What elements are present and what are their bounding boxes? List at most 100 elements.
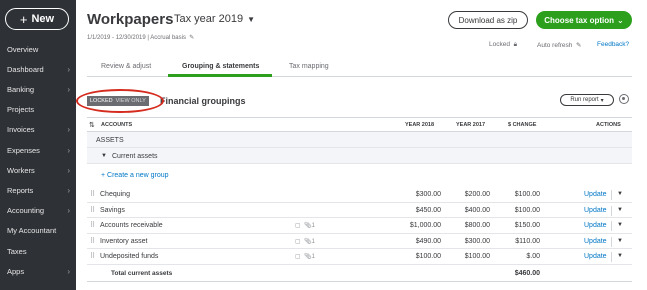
account-name: Undeposited funds: [100, 253, 159, 261]
col-accounts: ACCOUNTS: [101, 122, 133, 128]
caret-down-icon: ▼: [247, 14, 256, 24]
chevron-right-icon: ›: [67, 125, 70, 135]
chevron-right-icon: ›: [67, 185, 70, 195]
period-text: 1/1/2019 - 12/30/2019 | Accrual basis: [87, 35, 186, 41]
table-row: ⠿ Chequing $300.00 $200.00 $100.00 Update ▼: [87, 187, 632, 203]
locked-status: Locked 🔒︎: [489, 41, 517, 49]
sidebar-item-label: Expenses: [7, 145, 40, 155]
sidebar-item-label: Banking: [7, 84, 35, 94]
sidebar-item-overview[interactable]: Overview: [0, 39, 76, 59]
account-name: Chequing: [100, 191, 130, 198]
sidebar-item-dashboard[interactable]: Dashboard ›: [0, 59, 76, 79]
run-report-button[interactable]: Run report ▾: [560, 94, 614, 106]
new-button[interactable]: + New: [5, 8, 69, 30]
group-label: ASSETS: [96, 137, 124, 144]
drag-handle-icon[interactable]: ⠿: [90, 237, 95, 245]
tax-year-label: Tax year 2019: [174, 13, 244, 25]
account-name: Inventory asset: [100, 237, 148, 245]
chevron-down-icon: ⌄: [617, 15, 624, 25]
change-value: $100.00: [514, 191, 540, 198]
action-separator: [611, 221, 612, 232]
sidebar-item-apps[interactable]: Apps ›: [0, 261, 76, 281]
chevron-right-icon: ›: [67, 64, 70, 74]
attachment-icons[interactable]: ▢ 📎︎1: [295, 253, 315, 260]
run-report-label: Run report: [570, 97, 599, 103]
download-zip-button[interactable]: Download as zip: [448, 11, 528, 29]
update-link[interactable]: Update: [584, 207, 607, 214]
sidebar-item-label: Projects: [7, 105, 35, 115]
caret-down-icon[interactable]: ▼: [617, 253, 623, 259]
sidebar-item-label: Taxes: [7, 246, 27, 256]
caret-down-icon[interactable]: ▼: [617, 222, 623, 228]
table-row: ⠿ Inventory asset ▢ 📎︎1 $490.00 $300.00 $110.…: [87, 234, 632, 250]
sidebar-item-invoices[interactable]: Invoices ›: [0, 120, 76, 140]
table-row: ⠿ Accounts receivable ▢ 📎︎1 $1,000.00 $800.0…: [87, 218, 632, 234]
subgroup-row-current-assets[interactable]: ▼ Current assets: [87, 148, 632, 164]
drag-handle-icon[interactable]: ⠿: [90, 190, 95, 198]
drag-handle-icon[interactable]: ⠿: [90, 252, 95, 260]
tab-review-adjust[interactable]: Review & adjust: [101, 63, 151, 70]
sidebar-item-accounting[interactable]: Accounting ›: [0, 201, 76, 221]
edit-pencil-icon[interactable]: ✎: [188, 35, 194, 41]
year-2018-value: $100.00: [415, 253, 441, 261]
choose-tax-option-label: Choose tax option: [544, 15, 615, 25]
total-change: $460.00: [514, 270, 540, 277]
auto-refresh[interactable]: Auto refresh ✎: [537, 41, 582, 49]
table-header: ⇅ ACCOUNTS YEAR 2018 YEAR 2017 $ CHANGE …: [87, 117, 632, 132]
account-name: Savings: [100, 206, 125, 214]
total-label: Total current assets: [111, 270, 173, 277]
year-2018-value: $450.00: [415, 206, 441, 214]
active-tab-indicator: [168, 74, 272, 77]
sidebar-item-my-accountant[interactable]: My Accountant: [0, 221, 76, 241]
col-year-2018: YEAR 2018: [405, 122, 435, 128]
year-2017-value: $300.00: [464, 237, 490, 245]
drag-handle-icon[interactable]: ⠿: [90, 221, 95, 229]
update-link[interactable]: Update: [584, 222, 607, 229]
tax-year-dropdown[interactable]: Tax year 2019 ▼: [174, 13, 255, 25]
attachment-count: 1: [311, 254, 315, 261]
col-year-2017: YEAR 2017: [456, 122, 486, 128]
auto-refresh-label: Auto refresh: [537, 42, 573, 49]
collapse-caret-icon[interactable]: ▼: [101, 153, 107, 159]
chevron-right-icon: ›: [67, 84, 70, 94]
create-group-link[interactable]: + Create a new group: [101, 172, 169, 179]
caret-down-icon[interactable]: ▼: [617, 191, 623, 197]
caret-down-icon[interactable]: ▼: [617, 238, 623, 244]
sidebar-item-expenses[interactable]: Expenses ›: [0, 140, 76, 160]
attachment-icons[interactable]: ▢ 📎︎1: [295, 222, 315, 229]
feedback-link[interactable]: Feedback?: [597, 41, 629, 48]
drag-handle-icon[interactable]: ⠿: [90, 206, 95, 214]
update-link[interactable]: Update: [584, 238, 607, 245]
year-2017-value: $800.00: [464, 222, 490, 230]
attachment-icons[interactable]: ▢ 📎︎1: [295, 238, 315, 245]
sidebar-item-label: Dashboard: [7, 64, 44, 74]
period-info: 1/1/2019 - 12/30/2019 | Accrual basis ✎: [87, 34, 194, 41]
total-row: Total current assets $460.00: [87, 266, 632, 282]
sidebar-item-reports[interactable]: Reports ›: [0, 180, 76, 200]
gear-icon[interactable]: [619, 94, 629, 104]
table-row: ⠿ Savings $450.00 $400.00 $100.00 Update ▼: [87, 203, 632, 219]
tab-tax-mapping[interactable]: Tax mapping: [289, 63, 329, 70]
caret-down-icon[interactable]: ▼: [617, 207, 623, 213]
chevron-right-icon: ›: [67, 145, 70, 155]
plus-icon: +: [19, 11, 28, 27]
action-separator: [611, 236, 612, 247]
lock-icon: 🔒︎: [511, 41, 518, 48]
change-value: $110.00: [515, 237, 540, 245]
sidebar-item-workers[interactable]: Workers ›: [0, 160, 76, 180]
choose-tax-option-button[interactable]: Choose tax option ⌄: [536, 11, 632, 29]
sidebar-item-label: Invoices: [7, 125, 35, 135]
sidebar-item-label: Apps: [7, 266, 25, 276]
sort-icon[interactable]: ⇅: [89, 121, 95, 129]
sidebar-item-taxes[interactable]: Taxes: [0, 241, 76, 261]
update-link[interactable]: Update: [584, 191, 607, 198]
sidebar-item-projects[interactable]: Projects: [0, 100, 76, 120]
col-change: $ CHANGE: [508, 122, 537, 128]
update-link[interactable]: Update: [584, 253, 607, 260]
sidebar: + New Overview Dashboard › Banking › Projects…: [0, 0, 76, 290]
sidebar-item-banking[interactable]: Banking ›: [0, 79, 76, 99]
tab-grouping-statements[interactable]: Grouping & statements: [182, 63, 259, 70]
edit-pencil-icon: ✎: [574, 42, 582, 49]
sidebar-item-label: Reports: [7, 185, 34, 195]
create-group-row: + Create a new group: [87, 164, 632, 186]
